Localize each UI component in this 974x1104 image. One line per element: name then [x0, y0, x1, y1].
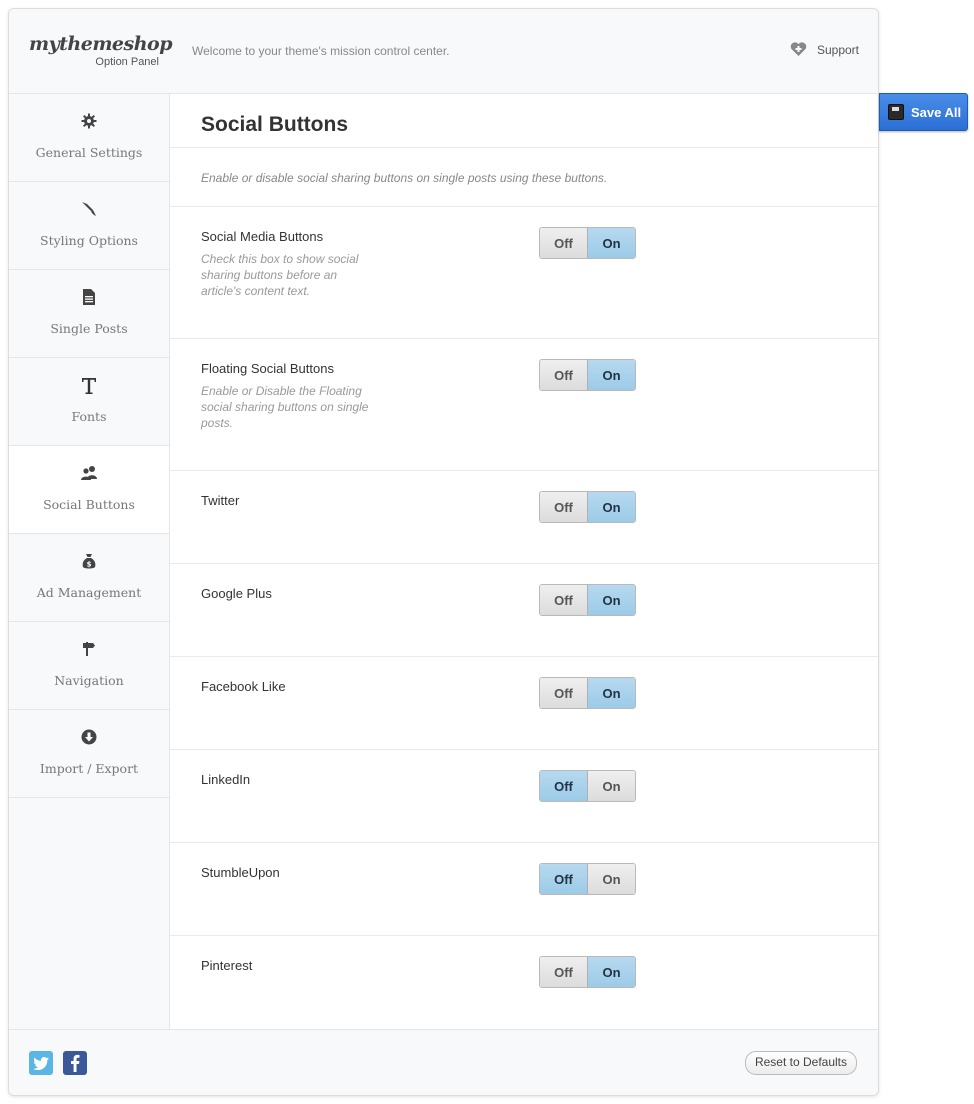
toggle-on-button[interactable]: On: [588, 864, 635, 894]
option-panel: mythemeshop Option Panel Welcome to your…: [8, 8, 879, 1096]
toggle-off-button[interactable]: Off: [540, 360, 588, 390]
option-row-stumbleupon: StumbleUpon Off On: [170, 843, 878, 936]
money-bag-icon: $: [9, 553, 169, 571]
support-label: Support: [816, 42, 859, 57]
option-row-facebook-like: Facebook Like Off On: [170, 657, 878, 750]
gear-icon: [9, 113, 169, 131]
toggle-off-button[interactable]: Off: [540, 492, 588, 522]
sidebar-item-label: Import / Export: [39, 761, 139, 776]
signpost-icon: [9, 641, 169, 659]
footer: Reset to Defaults: [9, 1029, 878, 1095]
page-title: Social Buttons: [170, 94, 878, 148]
sidebar-item-label: Social Buttons: [43, 497, 135, 512]
toggle-on-button[interactable]: On: [588, 678, 635, 708]
toggle-on-button[interactable]: On: [588, 228, 635, 258]
document-icon: [9, 289, 169, 307]
users-icon: [9, 465, 169, 483]
option-label: Floating Social Buttons: [201, 361, 334, 376]
toggle-switch: Off On: [539, 584, 636, 616]
toggle-off-button[interactable]: Off: [540, 957, 588, 987]
option-row-floating-social-buttons: Floating Social Buttons Enable or Disabl…: [170, 339, 878, 471]
main-content: Social Buttons Enable or disable social …: [170, 94, 878, 1029]
welcome-text: Welcome to your theme's mission control …: [192, 44, 450, 58]
facebook-icon[interactable]: [63, 1051, 87, 1075]
sidebar-item-label: Single Posts: [50, 321, 128, 336]
toggle-on-button[interactable]: On: [588, 957, 635, 987]
toggle-off-button[interactable]: Off: [540, 771, 588, 801]
floppy-disk-icon: [888, 104, 904, 120]
save-all-button[interactable]: Save All: [879, 93, 968, 131]
svg-text:$: $: [87, 561, 92, 569]
sidebar-item-label: Navigation: [54, 673, 124, 688]
header: mythemeshop Option Panel Welcome to your…: [9, 9, 878, 94]
toggle-switch: Off On: [539, 677, 636, 709]
logo-text: mythemeshop: [29, 33, 172, 55]
toggle-switch: Off On: [539, 491, 636, 523]
toggle-switch: Off On: [539, 770, 636, 802]
sidebar-item-navigation[interactable]: Navigation: [9, 622, 169, 710]
option-row-social-media-buttons: Social Media Buttons Check this box to s…: [170, 207, 878, 339]
option-label: LinkedIn: [201, 772, 251, 787]
option-row-twitter: Twitter Off On: [170, 471, 878, 564]
option-label: Social Media Buttons: [201, 229, 324, 244]
toggle-off-button[interactable]: Off: [540, 585, 588, 615]
sidebar-item-ad-management[interactable]: $ Ad Management: [9, 534, 169, 622]
font-icon: [9, 377, 169, 395]
sidebar-item-import-export[interactable]: Import / Export: [9, 710, 169, 798]
toggle-off-button[interactable]: Off: [540, 678, 588, 708]
heart-plus-icon: [790, 42, 807, 57]
section-description: Enable or disable social sharing buttons…: [170, 148, 878, 207]
option-label: Pinterest: [201, 958, 253, 973]
sidebar-item-single-posts[interactable]: Single Posts: [9, 270, 169, 358]
support-link[interactable]: Support: [790, 42, 859, 57]
option-row-linkedin: LinkedIn Off On: [170, 750, 878, 843]
toggle-switch: Off On: [539, 956, 636, 988]
option-label: Google Plus: [201, 586, 272, 601]
toggle-off-button[interactable]: Off: [540, 228, 588, 258]
option-description: Enable or Disable the Floating social sh…: [201, 384, 369, 430]
logo-subtitle: Option Panel: [95, 56, 159, 68]
toggle-on-button[interactable]: On: [588, 360, 635, 390]
option-label: StumbleUpon: [201, 865, 280, 880]
toggle-switch: Off On: [539, 863, 636, 895]
option-row-pinterest: Pinterest Off On: [170, 936, 878, 1029]
sidebar-item-fonts[interactable]: Fonts: [9, 358, 169, 446]
sidebar-item-label: Styling Options: [40, 233, 138, 248]
sidebar-item-label: Fonts: [71, 409, 107, 424]
option-description: Check this box to show social sharing bu…: [201, 252, 359, 298]
brush-icon: [9, 201, 169, 219]
toggle-on-button[interactable]: On: [588, 771, 635, 801]
option-row-google-plus: Google Plus Off On: [170, 564, 878, 657]
option-label: Twitter: [201, 493, 240, 508]
toggle-switch: Off On: [539, 227, 636, 259]
toggle-switch: Off On: [539, 359, 636, 391]
sidebar: General Settings Styling Options Single …: [9, 94, 170, 1029]
sidebar-item-styling-options[interactable]: Styling Options: [9, 182, 169, 270]
sidebar-item-label: General Settings: [35, 145, 143, 160]
toggle-off-button[interactable]: Off: [540, 864, 588, 894]
sidebar-item-label: Ad Management: [36, 585, 142, 600]
download-icon: [9, 729, 169, 747]
toggle-on-button[interactable]: On: [588, 585, 635, 615]
sidebar-item-general-settings[interactable]: General Settings: [9, 94, 169, 182]
option-label: Facebook Like: [201, 679, 286, 694]
save-all-label: Save All: [911, 104, 962, 120]
logo: mythemeshop Option Panel: [29, 33, 172, 68]
twitter-icon[interactable]: [29, 1051, 53, 1075]
reset-to-defaults-button[interactable]: Reset to Defaults: [744, 1051, 857, 1075]
toggle-on-button[interactable]: On: [588, 492, 635, 522]
sidebar-item-social-buttons[interactable]: Social Buttons: [9, 446, 169, 534]
